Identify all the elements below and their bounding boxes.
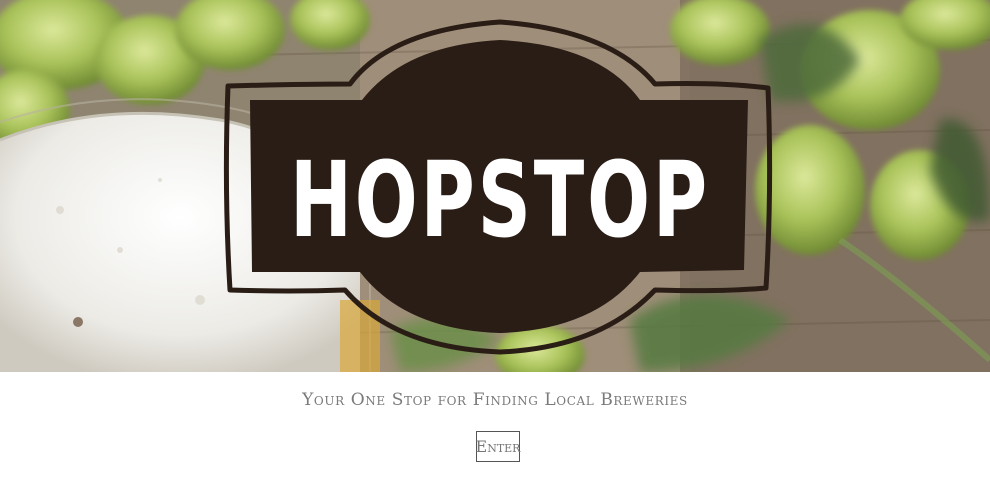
enter-button[interactable]: Enter [476, 431, 520, 462]
logo-text: HOPSTOP [290, 139, 710, 261]
hero-banner: HOPSTOP [0, 0, 990, 372]
tagline: Your One Stop for Finding Local Brewerie… [302, 390, 688, 410]
hero-photo: HOPSTOP [0, 0, 990, 372]
